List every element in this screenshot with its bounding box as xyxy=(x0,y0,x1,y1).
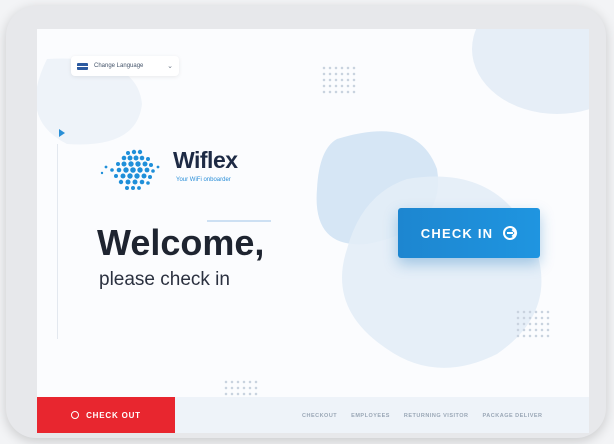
background-blob-bottom xyxy=(342,176,542,368)
footer-link-package-deliver[interactable]: PACKAGE DELIVER xyxy=(483,413,543,419)
play-icon xyxy=(59,129,65,137)
tablet-frame: Change Language ⌄ Wiflex Your WiFi onboa… xyxy=(6,6,606,438)
brand-tagline: Your WiFi onboarder xyxy=(176,177,231,183)
footer-link-checkout[interactable]: CHECKOUT xyxy=(302,413,337,419)
left-divider xyxy=(57,144,58,339)
check-in-button[interactable]: CHECK IN xyxy=(398,208,540,258)
footer-nav: CHECKOUT EMPLOYEES RETURNING VISITOR PAC… xyxy=(302,413,543,419)
check-in-label: CHECK IN xyxy=(420,225,494,241)
kiosk-screen: Change Language ⌄ Wiflex Your WiFi onboa… xyxy=(37,29,589,433)
dot-grid-right xyxy=(515,309,551,339)
welcome-subtitle: please check in xyxy=(99,269,230,290)
language-selector[interactable]: Change Language ⌄ xyxy=(71,56,179,76)
check-out-button[interactable]: CHECK OUT xyxy=(37,397,175,433)
footer-link-employees[interactable]: EMPLOYEES xyxy=(351,413,390,419)
arrow-circle-right-icon xyxy=(503,226,518,240)
footer-link-returning-visitor[interactable]: RETURNING VISITOR xyxy=(404,413,469,419)
wifi-globe-logo-icon xyxy=(100,149,160,190)
welcome-heading: Welcome, xyxy=(97,222,265,263)
check-out-label: CHECK OUT xyxy=(86,410,141,420)
chevron-down-icon: ⌄ xyxy=(167,63,173,70)
background-blob-top xyxy=(472,29,589,114)
exit-icon xyxy=(71,411,80,419)
language-label: Change Language xyxy=(94,63,144,69)
dot-grid-top xyxy=(321,65,357,95)
brand-name: Wiflex xyxy=(173,147,238,173)
flag-icon xyxy=(77,62,88,70)
